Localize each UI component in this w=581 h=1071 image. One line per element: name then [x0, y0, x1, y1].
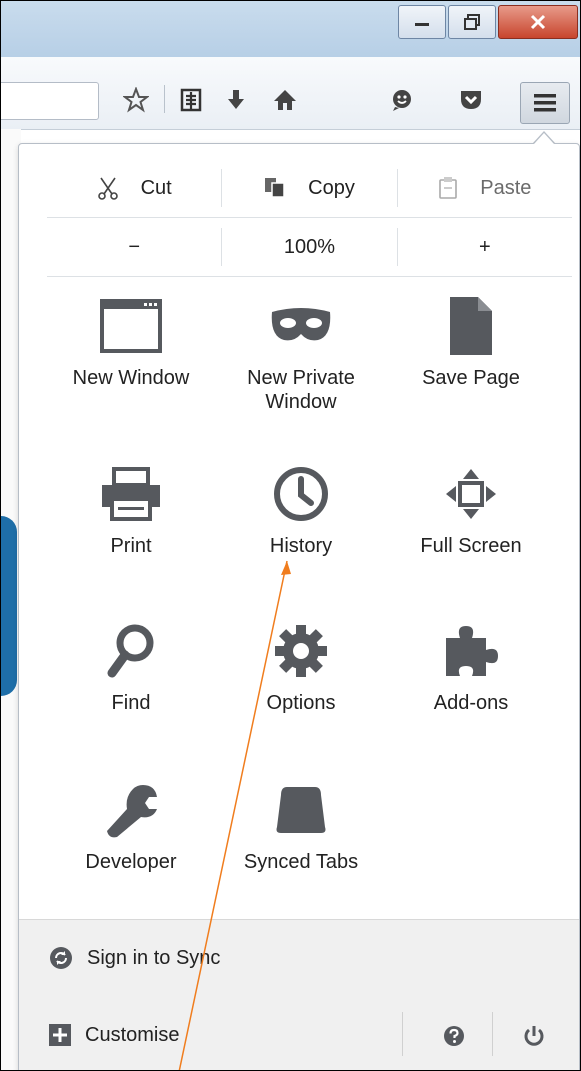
save-page-button[interactable]: Save Page	[386, 294, 556, 390]
copy-label: Copy	[308, 176, 355, 199]
power-icon	[524, 1026, 544, 1046]
quit-button[interactable]	[512, 1014, 556, 1058]
magnifier-icon	[46, 619, 216, 683]
cut-button[interactable]: Cut	[47, 169, 221, 207]
zoom-reset-button[interactable]: 100%	[221, 228, 396, 266]
open-menu-button[interactable]	[520, 82, 570, 124]
zoom-controls: − 100% +	[47, 218, 572, 277]
plus-box-icon	[49, 1024, 71, 1046]
sign-in-to-sync-button[interactable]: Sign in to Sync	[19, 919, 579, 997]
print-icon	[46, 462, 216, 526]
help-button[interactable]	[432, 1014, 476, 1058]
new-window-label: New Window	[72, 367, 190, 389]
synced-tabs-icon	[216, 778, 386, 842]
customise-button[interactable]: Customise	[85, 1024, 179, 1047]
edit-controls: Cut Copy Paste	[47, 159, 572, 218]
minimize-icon	[415, 23, 429, 26]
window-controls	[396, 5, 578, 39]
paste-icon	[438, 176, 458, 200]
close-button[interactable]	[498, 5, 578, 39]
history-clock-icon	[216, 462, 386, 526]
history-button[interactable]: History	[216, 462, 386, 558]
options-button[interactable]: Options	[216, 619, 386, 715]
full-screen-button[interactable]: Full Screen	[386, 462, 556, 558]
hamburger-menu-icon	[534, 94, 556, 112]
gear-icon	[216, 619, 386, 683]
page-content-graphic	[1, 516, 17, 696]
synced-tabs-button[interactable]: Synced Tabs	[216, 778, 386, 874]
new-private-window-label: New Private Window	[247, 367, 355, 413]
full-screen-label: Full Screen	[420, 535, 522, 557]
save-page-label: Save Page	[422, 367, 520, 389]
download-icon[interactable]	[218, 82, 254, 118]
scissors-icon	[97, 176, 119, 200]
find-button[interactable]: Find	[46, 619, 216, 715]
navigation-toolbar	[1, 57, 580, 130]
puzzle-icon	[386, 619, 556, 683]
reader-icon[interactable]	[173, 82, 209, 118]
window-icon	[46, 294, 216, 358]
close-icon	[530, 14, 546, 30]
customise-footer: Customise	[19, 996, 579, 1070]
home-icon[interactable]	[267, 82, 303, 118]
add-ons-button[interactable]: Add-ons	[386, 619, 556, 715]
restore-button[interactable]	[448, 5, 496, 39]
main-menu-panel: Cut Copy Paste − 100% + New Window New P…	[18, 143, 580, 1070]
fullscreen-icon	[386, 462, 556, 526]
wrench-icon	[46, 778, 216, 842]
new-window-button[interactable]: New Window	[46, 294, 216, 390]
options-label: Options	[266, 692, 336, 714]
new-private-window-button[interactable]: New Private Window	[216, 294, 386, 414]
panel-arrow-fill	[534, 133, 554, 144]
footer-separator-2	[492, 1012, 493, 1056]
pocket-icon[interactable]	[453, 82, 489, 118]
help-icon	[444, 1026, 464, 1046]
developer-label: Developer	[85, 851, 177, 873]
copy-icon	[264, 177, 286, 199]
zoom-out-button[interactable]: −	[47, 228, 221, 266]
sign-in-to-sync-label: Sign in to Sync	[87, 946, 221, 969]
copy-button[interactable]: Copy	[221, 169, 396, 207]
print-button[interactable]: Print	[46, 462, 216, 558]
zoom-in-label: +	[478, 235, 491, 258]
synced-tabs-label: Synced Tabs	[243, 851, 359, 873]
zoom-out-label: −	[128, 235, 140, 258]
star-icon[interactable]	[118, 82, 154, 118]
history-label: History	[269, 535, 333, 557]
add-ons-label: Add-ons	[433, 692, 509, 714]
footer-separator	[402, 1012, 403, 1056]
browser-window: Cut Copy Paste − 100% + New Window New P…	[0, 0, 581, 1071]
paste-label: Paste	[480, 176, 532, 199]
zoom-in-button[interactable]: +	[396, 228, 572, 266]
save-page-icon	[386, 294, 556, 358]
title-bar	[1, 1, 580, 57]
private-mask-icon	[216, 294, 386, 358]
developer-button[interactable]: Developer	[46, 778, 216, 874]
sync-icon	[49, 946, 73, 970]
toolbar-separator	[164, 85, 165, 113]
hello-icon[interactable]	[384, 82, 420, 118]
minimize-button[interactable]	[398, 5, 446, 39]
paste-button[interactable]: Paste	[396, 169, 572, 207]
print-label: Print	[110, 535, 152, 557]
find-label: Find	[111, 692, 151, 714]
search-input[interactable]	[1, 82, 99, 120]
restore-icon	[464, 14, 480, 30]
zoom-level: 100%	[283, 235, 336, 258]
cut-label: Cut	[140, 176, 172, 199]
